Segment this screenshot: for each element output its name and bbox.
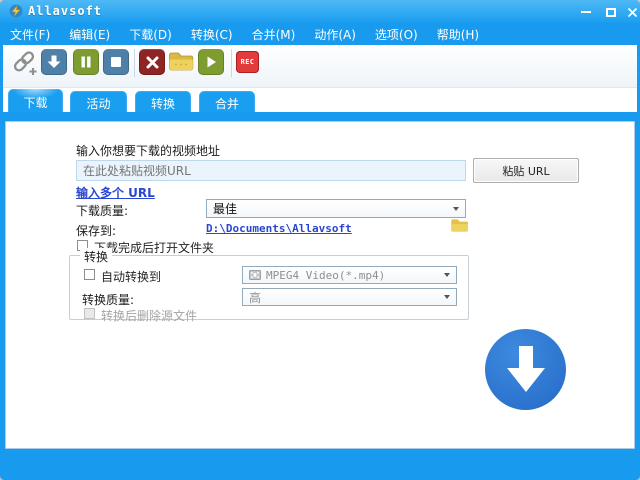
download-button[interactable]: [41, 49, 67, 75]
save-to-label: 保存到:: [76, 224, 117, 238]
convert-quality-label: 转换质量:: [82, 293, 135, 307]
menu-options[interactable]: 选项(O): [375, 26, 418, 43]
pause-button[interactable]: [73, 49, 99, 75]
auto-convert-label: 自动转换到: [101, 270, 162, 284]
convert-groupbox: 转换 自动转换到 MPEG4 Video(*.mp4) 转换质量: 高 转换后删: [69, 248, 469, 323]
menu-edit[interactable]: 编辑(E): [69, 26, 110, 43]
delete-source-checkbox: [84, 308, 95, 319]
x-icon: [146, 56, 158, 68]
auto-convert-checkbox[interactable]: [84, 269, 95, 280]
tab-label: 合并: [214, 96, 239, 111]
convert-group-title: 转换: [80, 248, 113, 265]
chevron-down-icon: [453, 206, 459, 211]
download-quality-select[interactable]: 最佳: [206, 199, 466, 218]
stop-icon: [111, 57, 121, 67]
menu-action[interactable]: 动作(A): [314, 26, 356, 43]
paste-url-label: 粘贴 URL: [502, 164, 550, 178]
app-window: Allavsoft 文件(F) 编辑(E) 下载(D) 转换(C) 合并(M) …: [0, 0, 640, 480]
play-button[interactable]: [198, 49, 224, 75]
window-title: Allavsoft: [28, 4, 103, 18]
browse-folder-icon[interactable]: [450, 218, 469, 233]
save-path-link[interactable]: D:\Documents\Allavsoft: [206, 222, 352, 235]
multiple-url-link[interactable]: 输入多个 URL: [76, 184, 155, 201]
play-icon: [207, 56, 216, 68]
menu-merge[interactable]: 合并(M): [252, 26, 296, 43]
stop-button[interactable]: [103, 49, 129, 75]
status-bar: [0, 449, 640, 480]
pause-icon: [81, 56, 91, 68]
convert-quality-select[interactable]: 高: [242, 288, 457, 306]
down-arrow-icon: [47, 55, 61, 68]
toolbar: REC: [3, 45, 637, 88]
delete-source-label: 转换后删除源文件: [101, 309, 198, 323]
titlebar: Allavsoft: [0, 0, 640, 23]
chevron-down-icon: [444, 295, 450, 299]
delete-button[interactable]: [139, 49, 165, 75]
url-input[interactable]: [76, 160, 466, 181]
menu-help[interactable]: 帮助(H): [437, 26, 479, 43]
convert-format-value: MPEG4 Video(*.mp4): [266, 268, 386, 282]
minimize-icon[interactable]: [578, 5, 594, 19]
tab-strip: 下载 活动 转换 合并: [3, 88, 637, 115]
big-download-icon: [485, 329, 566, 410]
toolbar-separator: [134, 49, 135, 77]
chevron-down-icon: [444, 273, 450, 277]
download-tab-content: 输入你想要下载的视频地址 粘贴 URL 输入多个 URL 下载质量: 最佳 保存…: [5, 121, 635, 449]
convert-format-select[interactable]: MPEG4 Video(*.mp4): [242, 266, 457, 284]
app-logo-icon: [9, 4, 23, 18]
url-entry-label: 输入你想要下载的视频地址: [76, 144, 221, 158]
tab-label: 转换: [150, 96, 175, 111]
menu-file[interactable]: 文件(F): [10, 26, 50, 43]
toolbar-separator: [231, 49, 232, 77]
toolbar-panel: REC 下载 活动 转换 合并: [3, 45, 637, 115]
menu-convert[interactable]: 转换(C): [191, 26, 233, 43]
convert-quality-value: 高: [249, 290, 262, 305]
tab-label: 活动: [86, 96, 111, 111]
tab-label: 下载: [23, 95, 48, 110]
folder-icon[interactable]: [168, 51, 194, 72]
download-quality-value: 最佳: [213, 202, 238, 216]
chain-link-icon[interactable]: [10, 49, 38, 77]
maximize-icon[interactable]: [603, 5, 619, 19]
record-button[interactable]: REC: [236, 51, 259, 73]
paste-url-button[interactable]: 粘贴 URL: [473, 158, 579, 183]
video-file-icon: [249, 270, 261, 280]
download-quality-label: 下载质量:: [76, 204, 129, 218]
menu-download[interactable]: 下载(D): [129, 26, 172, 43]
close-icon[interactable]: [624, 5, 640, 19]
rec-badge: REC: [240, 58, 255, 66]
menu-bar: 文件(F) 编辑(E) 下载(D) 转换(C) 合并(M) 动作(A) 选项(O…: [0, 23, 640, 45]
